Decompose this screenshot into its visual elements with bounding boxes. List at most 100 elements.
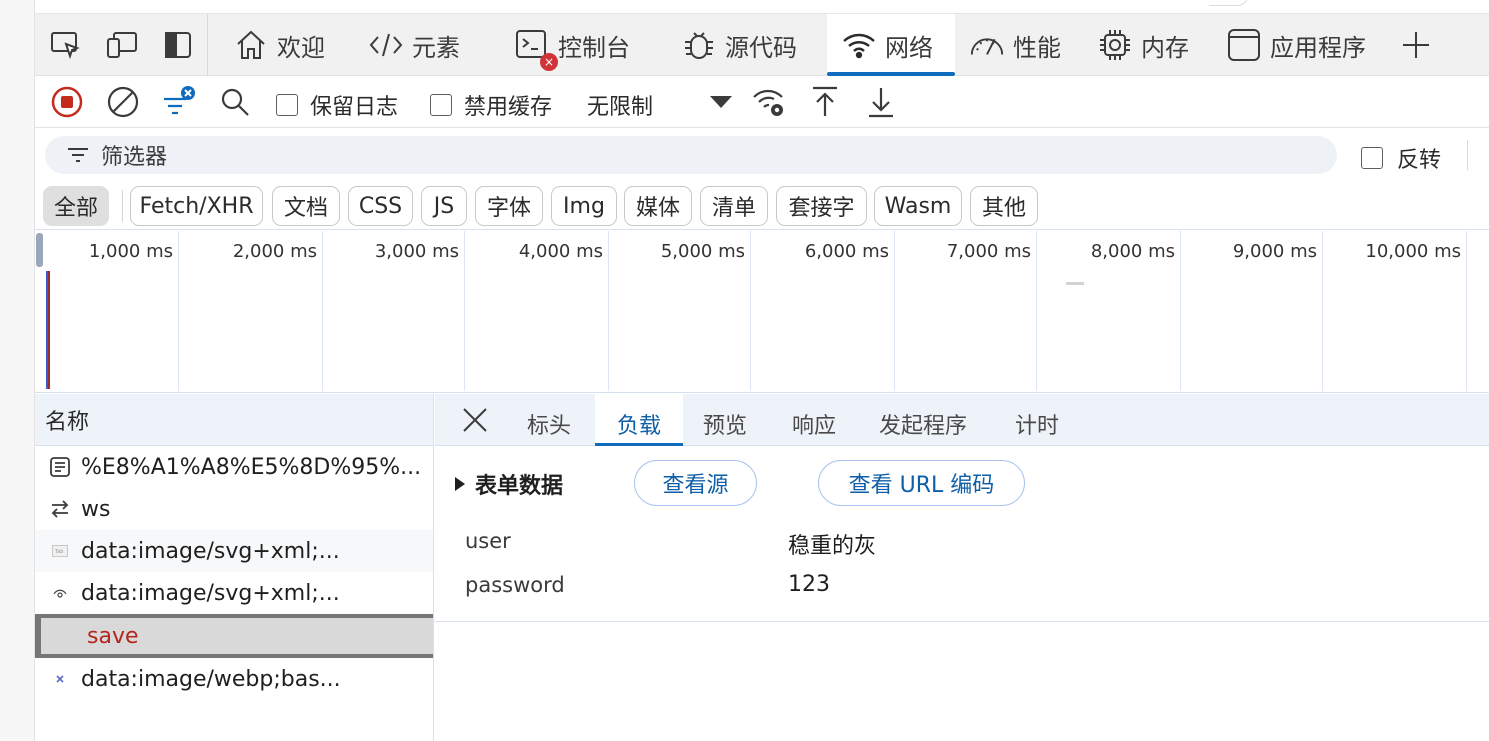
- tab-response[interactable]: 响应: [792, 394, 836, 446]
- home-icon: [233, 27, 269, 63]
- tab-timing[interactable]: 计时: [1015, 394, 1059, 446]
- websocket-icon: [47, 496, 73, 522]
- tab-memory[interactable]: 内存: [1097, 14, 1189, 76]
- filter-row: 筛选器 反转: [35, 128, 1489, 182]
- device-emulation-icon[interactable]: [105, 28, 139, 62]
- tab-preview[interactable]: 预览: [703, 394, 747, 446]
- timeline-tick: 8,000 ms: [1090, 241, 1175, 262]
- document-icon: [47, 454, 73, 480]
- request-row[interactable]: %E8%A1%A8%E5%8D%95%...: [35, 446, 433, 488]
- timeline-tick: 1,000 ms: [88, 241, 173, 262]
- devtools-tab-bar: 欢迎 元素 × 控制台 源代码 网络 性能 内存 应用程序: [35, 14, 1489, 76]
- timeline-range-handle[interactable]: [36, 233, 43, 267]
- clear-icon[interactable]: [105, 84, 141, 120]
- view-url-encoded-button[interactable]: 查看 URL 编码: [818, 460, 1025, 506]
- form-field-key: password: [465, 573, 565, 597]
- chevron-down-icon[interactable]: [703, 84, 739, 120]
- type-filter-bar: 全部 Fetch/XHR 文档 CSS JS 字体 Img 媒体 清单 套接字 …: [35, 182, 1489, 230]
- throttle-select[interactable]: 无限制: [587, 89, 653, 121]
- view-source-button[interactable]: 查看源: [634, 460, 757, 506]
- form-field-value: 稳重的灰: [788, 534, 877, 559]
- inspect-element-icon[interactable]: [49, 28, 83, 62]
- network-conditions-icon[interactable]: [751, 84, 787, 120]
- request-row-selected[interactable]: save: [35, 614, 433, 658]
- request-row[interactable]: ws: [35, 488, 433, 530]
- timeline-overview[interactable]: 1,000 ms 2,000 ms 3,000 ms 4,000 ms 5,00…: [35, 231, 1489, 393]
- tab-elements[interactable]: 元素: [368, 14, 460, 76]
- import-upload-icon[interactable]: [807, 84, 843, 120]
- tab-welcome[interactable]: 欢迎: [233, 14, 325, 76]
- type-filter-all[interactable]: 全部: [43, 186, 109, 226]
- request-row[interactable]: data:image/webp;bas...: [35, 658, 433, 700]
- type-filter-websocket[interactable]: 套接字: [776, 186, 867, 226]
- name-column-header[interactable]: 名称: [35, 394, 433, 446]
- filter-toggle-icon[interactable]: [161, 84, 197, 120]
- tab-application[interactable]: 应用程序: [1226, 14, 1366, 76]
- eye-icon: [47, 580, 73, 606]
- more-tabs-plus-icon[interactable]: [1399, 28, 1433, 62]
- form-data-section-toggle[interactable]: 表单数据: [455, 468, 563, 500]
- record-stop-icon[interactable]: [49, 84, 85, 120]
- type-filter-css[interactable]: CSS: [348, 186, 413, 226]
- browser-top-edge: [35, 0, 1489, 14]
- export-download-icon[interactable]: [863, 84, 899, 120]
- preserve-log-checkbox[interactable]: 保留日志: [276, 89, 398, 121]
- type-filter-doc[interactable]: 文档: [272, 186, 340, 226]
- invert-checkbox[interactable]: 反转: [1361, 142, 1441, 174]
- app-window-icon: [1226, 27, 1262, 63]
- request-row[interactable]: Tab data:image/svg+xml;...: [35, 530, 433, 572]
- filter-input[interactable]: 筛选器: [45, 136, 1337, 174]
- timeline-tick: 6,000 ms: [804, 241, 889, 262]
- wifi-icon: [841, 27, 877, 63]
- tab-payload[interactable]: 负载: [595, 394, 683, 446]
- search-icon[interactable]: [217, 84, 253, 120]
- tab-initiator[interactable]: 发起程序: [879, 394, 967, 446]
- tab-headers[interactable]: 标头: [527, 394, 571, 446]
- timeline-tick: 3,000 ms: [374, 241, 459, 262]
- code-icon: [368, 27, 404, 63]
- timeline-request-bar: [46, 271, 50, 389]
- tab-performance[interactable]: 性能: [969, 14, 1061, 76]
- filter-placeholder: 筛选器: [101, 145, 168, 170]
- close-icon[interactable]: [459, 404, 491, 436]
- tab-network[interactable]: 网络: [827, 14, 955, 76]
- disable-cache-checkbox[interactable]: 禁用缓存: [430, 89, 552, 121]
- timeline-tick: 5,000 ms: [660, 241, 745, 262]
- timeline-tick: 2,000 ms: [232, 241, 317, 262]
- timeline-request-mark: [1066, 282, 1084, 285]
- timeline-tick: 7,000 ms: [946, 241, 1031, 262]
- tab-bar-separator: [207, 14, 208, 76]
- type-filter-wasm[interactable]: Wasm: [874, 186, 962, 226]
- tab-sources[interactable]: 源代码: [681, 14, 797, 76]
- chip-icon: [1097, 27, 1133, 63]
- timeline-tick: 9,000 ms: [1232, 241, 1317, 262]
- timeline-tick: 4,000 ms: [518, 241, 603, 262]
- request-row[interactable]: data:image/svg+xml;...: [35, 572, 433, 614]
- gauge-icon: [969, 27, 1005, 63]
- request-list: 名称 %E8%A1%A8%E5%8D%95%... ws Tab data:im…: [35, 394, 434, 741]
- type-filter-other[interactable]: 其他: [970, 186, 1038, 226]
- type-filter-js[interactable]: JS: [421, 186, 467, 226]
- tab-console[interactable]: × 控制台: [514, 14, 630, 76]
- type-filter-font[interactable]: 字体: [475, 186, 543, 226]
- network-toolbar: 保留日志 禁用缓存 无限制: [35, 76, 1489, 128]
- details-tab-bar: 标头 负载 预览 响应 发起程序 计时: [435, 394, 1489, 446]
- disclosure-triangle-icon: [455, 477, 465, 491]
- type-filter-media[interactable]: 媒体: [624, 186, 692, 226]
- form-field-value: 123: [788, 572, 830, 597]
- type-filter-manifest[interactable]: 清单: [700, 186, 768, 226]
- image-thumb-icon: Tab: [47, 538, 73, 564]
- type-filter-img[interactable]: Img: [551, 186, 617, 226]
- left-gutter: [0, 0, 35, 741]
- form-field-key: user: [465, 529, 511, 553]
- image-thumb-icon: [47, 666, 73, 692]
- timeline-tick: 10,000 ms: [1365, 241, 1461, 262]
- dock-side-icon[interactable]: [161, 28, 195, 62]
- console-icon: ×: [514, 27, 558, 71]
- request-details-panel: 标头 负载 预览 响应 发起程序 计时 表单数据 查看源 查看 URL 编码 u…: [435, 394, 1489, 741]
- error-badge-icon: ×: [540, 53, 558, 71]
- svg-text:Tab: Tab: [54, 549, 63, 555]
- filter-lines-icon: [65, 142, 91, 168]
- type-filter-fetch-xhr[interactable]: Fetch/XHR: [130, 186, 263, 226]
- bug-icon: [681, 27, 717, 63]
